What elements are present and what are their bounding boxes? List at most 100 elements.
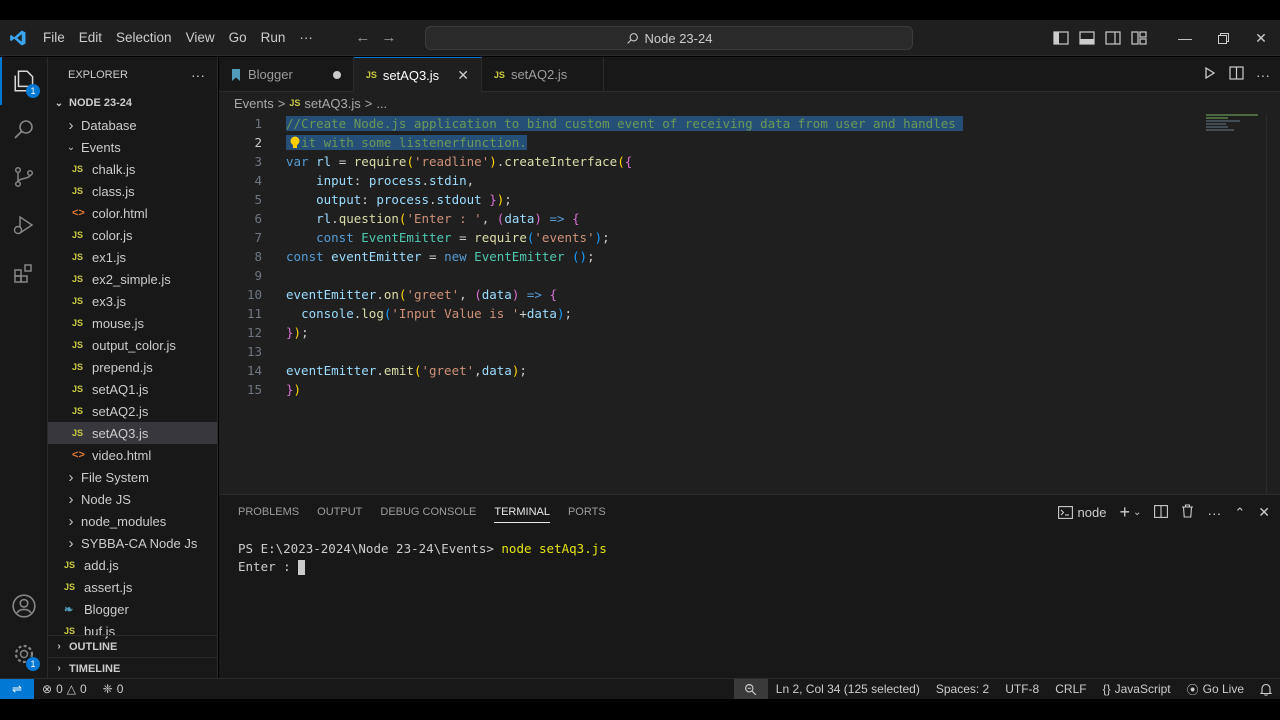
- tree-item-color-js[interactable]: JS color.js: [48, 224, 217, 246]
- tab-setaq3[interactable]: JS setAQ3.js ✕: [353, 57, 482, 92]
- tree-item-setaq2-js[interactable]: JS setAQ2.js: [48, 400, 217, 422]
- tree-item-file-system[interactable]: › File System: [48, 466, 217, 488]
- maximize-panel-chevron-up-icon[interactable]: ⌃: [1234, 505, 1245, 521]
- tab-ports[interactable]: PORTS: [559, 495, 615, 530]
- cursor-position[interactable]: Ln 2, Col 34 (125 selected): [768, 679, 928, 700]
- split-terminal-icon[interactable]: [1154, 504, 1169, 521]
- source-control-icon[interactable]: [0, 153, 48, 201]
- chevron-right-icon: ›: [68, 468, 74, 486]
- ports-indicator[interactable]: ❈ 0: [95, 679, 132, 700]
- back-arrow-icon[interactable]: ←: [354, 29, 372, 46]
- menu-view[interactable]: View: [179, 20, 222, 56]
- code-lines: //Create Node.js application to bind cus…: [286, 114, 1186, 399]
- tab-problems[interactable]: PROBLEMS: [229, 495, 308, 530]
- tree-item-database[interactable]: › Database: [48, 114, 217, 136]
- minimize-icon[interactable]: —: [1166, 20, 1204, 56]
- operator: =>: [519, 287, 550, 302]
- encoding[interactable]: UTF-8: [997, 679, 1047, 700]
- close-tab-icon[interactable]: ✕: [457, 67, 469, 84]
- remote-indicator-icon[interactable]: ⇌: [0, 678, 34, 700]
- forward-arrow-icon[interactable]: →: [380, 29, 398, 46]
- breadcrumb-folder[interactable]: Events: [234, 96, 274, 111]
- breadcrumb-file[interactable]: setAQ3.js: [304, 96, 360, 111]
- command-center-search[interactable]: Node 23-24: [425, 26, 913, 50]
- function-name: createInterface: [504, 154, 618, 169]
- customize-layout-icon[interactable]: [1126, 20, 1152, 56]
- code-editor[interactable]: 1 2 3 4 5 6 7 8 9 10 11 12 13 14 15 //Create Node.js a…: [219, 114, 1280, 494]
- tree-item-output-color-js[interactable]: JS output_color.js: [48, 334, 217, 356]
- tree-item-prepend-js[interactable]: JS prepend.js: [48, 356, 217, 378]
- more-actions-icon[interactable]: ···: [1256, 67, 1270, 83]
- lightbulb-icon[interactable]: [289, 133, 301, 152]
- restore-icon[interactable]: [1204, 20, 1242, 56]
- menu-selection[interactable]: Selection: [109, 20, 179, 56]
- workspace-root[interactable]: ⌄ NODE 23-24: [48, 92, 217, 114]
- manage-gear-icon[interactable]: 1: [0, 630, 48, 678]
- tree-item-blogger[interactable]: ❧ Blogger: [48, 598, 217, 620]
- tab-debug-console[interactable]: DEBUG CONSOLE: [371, 495, 485, 530]
- menu-run[interactable]: Run: [254, 20, 293, 56]
- new-terminal-plus-icon[interactable]: +: [1119, 502, 1130, 523]
- tree-item-setaq3-js[interactable]: JS setAQ3.js: [48, 422, 217, 444]
- outline-section[interactable]: › OUTLINE: [48, 635, 217, 657]
- go-live-button[interactable]: ⦿ Go Live: [1179, 679, 1252, 700]
- end-of-line[interactable]: CRLF: [1047, 679, 1094, 700]
- explorer-title: EXPLORER: [68, 68, 128, 81]
- tree-item-node-js[interactable]: › Node JS: [48, 488, 217, 510]
- tree-item-node-modules[interactable]: › node_modules: [48, 510, 217, 532]
- tree-item-ex2-simple-js[interactable]: JS ex2_simple.js: [48, 268, 217, 290]
- problems-indicator[interactable]: ⊗ 0 △ 0: [34, 679, 95, 700]
- run-and-debug-icon[interactable]: [0, 201, 48, 249]
- tree-item-mouse-js[interactable]: JS mouse.js: [48, 312, 217, 334]
- breadcrumb-ellipsis[interactable]: ...: [376, 96, 387, 111]
- toggle-primary-sidebar-icon[interactable]: [1048, 20, 1074, 56]
- chevron-down-icon[interactable]: ⌄: [1133, 507, 1141, 518]
- tree-item-chalk-js[interactable]: JS chalk.js: [48, 158, 217, 180]
- tree-item-ex3-js[interactable]: JS ex3.js: [48, 290, 217, 312]
- variable: eventEmitter: [323, 249, 429, 264]
- menu-more[interactable]: ···: [292, 20, 320, 56]
- split-editor-icon[interactable]: [1229, 66, 1244, 83]
- tab-setaq2[interactable]: JS setAQ2.js: [482, 57, 604, 92]
- minimap[interactable]: [1206, 114, 1266, 136]
- unsaved-dot-icon[interactable]: [332, 70, 341, 79]
- terminal-selector[interactable]: node: [1057, 505, 1106, 520]
- tree-item-sybba-ca-node-js[interactable]: › SYBBA-CA Node Js: [48, 532, 217, 554]
- tree-item-ex1-js[interactable]: JS ex1.js: [48, 246, 217, 268]
- menu-edit[interactable]: Edit: [72, 20, 109, 56]
- close-panel-icon[interactable]: ✕: [1258, 504, 1270, 521]
- tree-item-video-html[interactable]: <> video.html: [48, 444, 217, 466]
- trash-icon[interactable]: [1181, 504, 1194, 521]
- toggle-secondary-sidebar-icon[interactable]: [1100, 20, 1126, 56]
- extensions-icon[interactable]: [0, 249, 48, 297]
- explorer-icon[interactable]: 1: [0, 57, 48, 105]
- more-icon[interactable]: ···: [1207, 505, 1221, 521]
- run-file-icon[interactable]: [1203, 66, 1217, 83]
- tab-blogger[interactable]: Blogger: [219, 57, 354, 92]
- tab-output[interactable]: OUTPUT: [308, 495, 371, 530]
- search-view-icon[interactable]: [0, 105, 48, 153]
- tree-item-color-html[interactable]: <> color.html: [48, 202, 217, 224]
- terminal-prompt: PS E:\2023-2024\Node 23-24\Events>: [238, 541, 502, 556]
- tree-item-add-js[interactable]: JS add.js: [48, 554, 217, 576]
- accounts-icon[interactable]: [0, 582, 48, 630]
- tree-item-class-js[interactable]: JS class.js: [48, 180, 217, 202]
- tab-terminal[interactable]: TERMINAL: [485, 495, 559, 530]
- toggle-panel-icon[interactable]: [1074, 20, 1100, 56]
- indentation[interactable]: Spaces: 2: [928, 679, 997, 700]
- language-mode[interactable]: {} JavaScript: [1095, 679, 1179, 700]
- editor-scrollbar[interactable]: [1266, 114, 1280, 494]
- menu-file[interactable]: File: [36, 20, 72, 56]
- explorer-more-button[interactable]: ···: [191, 67, 205, 83]
- close-window-icon[interactable]: ✕: [1242, 20, 1280, 56]
- tree-item-label: setAQ1.js: [92, 381, 149, 397]
- bracket: ): [293, 325, 302, 340]
- terminal-output[interactable]: PS E:\2023-2024\Node 23-24\Events> node …: [219, 530, 1280, 576]
- tree-item-assert-js[interactable]: JS assert.js: [48, 576, 217, 598]
- zoom-icon[interactable]: [733, 678, 768, 700]
- notifications-bell-icon[interactable]: [1252, 679, 1280, 700]
- tree-item-events[interactable]: ⌄ Events: [48, 136, 217, 158]
- timeline-section[interactable]: › TIMELINE: [48, 657, 217, 678]
- menu-go[interactable]: Go: [222, 20, 254, 56]
- tree-item-setaq1-js[interactable]: JS setAQ1.js: [48, 378, 217, 400]
